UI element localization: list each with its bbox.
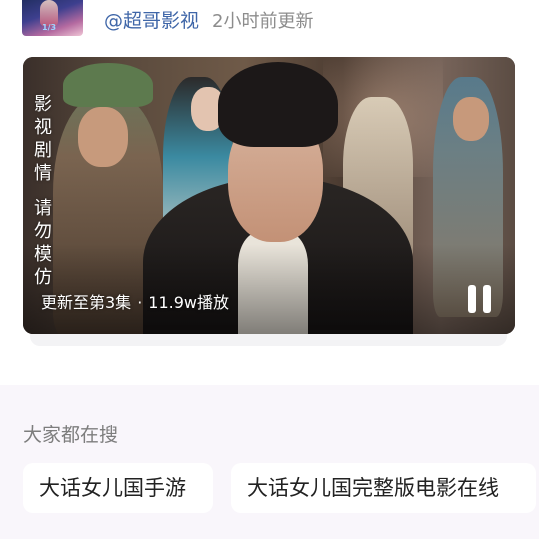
section-title: 大家都在搜 <box>23 424 119 446</box>
warning-char: 模 <box>34 244 52 265</box>
meta-separator: · <box>137 293 143 312</box>
left-man-face <box>78 107 128 167</box>
warning-char: 情 <box>34 163 52 184</box>
cover-badge: 1/3 <box>42 23 57 32</box>
warning-char: 请 <box>34 198 52 219</box>
trending-search-section: 大家都在搜 大话女儿国手游 大话女儿国完整版电影在线 <box>0 385 539 539</box>
warning-char: 影 <box>34 94 52 115</box>
search-suggestion-chip[interactable]: 大话女儿国完整版电影在线 <box>231 463 536 513</box>
author-link[interactable]: @超哥影视 <box>104 6 199 33</box>
left-man-hat <box>63 63 153 107</box>
cover-thumbnail[interactable]: 1/3 <box>22 0 83 36</box>
drama-warning: 影 视 剧 情 请 勿 模 仿 <box>32 93 54 289</box>
warning-char: 勿 <box>34 221 52 242</box>
search-suggestion-chip[interactable]: 大话女儿国手游 <box>23 463 213 513</box>
pause-icon[interactable] <box>466 285 496 313</box>
episode-status: 更新至第3集 <box>41 293 132 312</box>
main-character-hair <box>218 62 338 147</box>
video-meta: 更新至第3集 · 11.9w播放 <box>41 289 229 313</box>
update-time: 2小时前更新 <box>212 11 314 32</box>
video-player[interactable]: 影 视 剧 情 请 勿 模 仿 更新至第3集 · 11.9w播放 <box>23 57 515 334</box>
background-man-right-face <box>453 97 489 141</box>
play-count: 11.9w播放 <box>148 293 229 312</box>
card-shadow <box>30 334 507 346</box>
warning-char: 视 <box>34 117 52 138</box>
warning-char: 剧 <box>34 140 52 161</box>
video-header: 1/3 @超哥影视 2小时前更新 <box>22 0 522 38</box>
warning-char: 仿 <box>34 267 52 288</box>
